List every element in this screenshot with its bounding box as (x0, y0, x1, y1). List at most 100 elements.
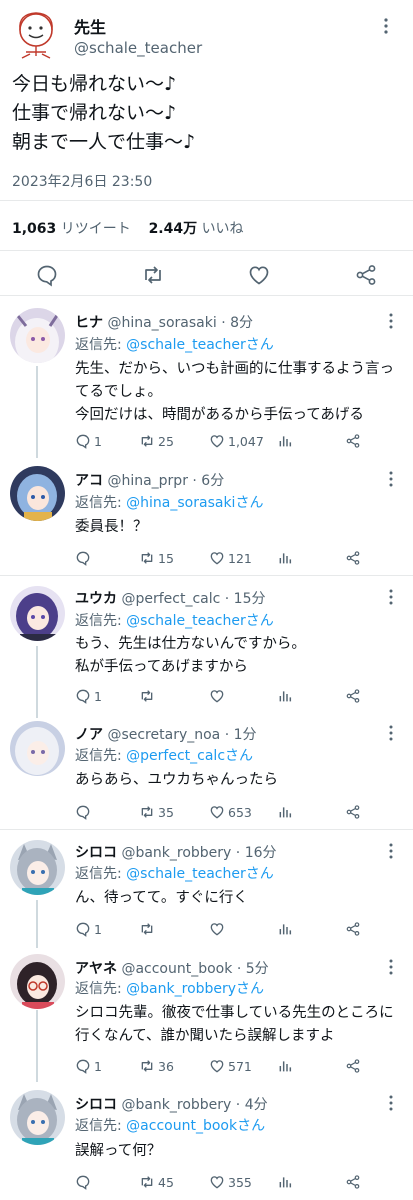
reply-tweet[interactable]: シロコ @bank_robbery · 16分 返信先: @schale_tea… (0, 830, 413, 948)
analytics-button[interactable] (277, 549, 293, 567)
reply-button[interactable] (75, 549, 94, 567)
avatar[interactable] (10, 721, 65, 776)
like-label[interactable]: いいね (202, 221, 244, 237)
author-avatar[interactable] (10, 8, 62, 60)
share-button[interactable] (345, 549, 361, 567)
reply-to-link[interactable]: @perfect_calcさん (126, 748, 253, 764)
tweet-timestamp[interactable]: 2023年2月6日 23:50 (12, 171, 152, 191)
share-button[interactable] (345, 803, 361, 821)
retweet-button[interactable] (139, 920, 158, 938)
like-count[interactable]: 2.44万 (149, 221, 198, 237)
reply-action-bar: 15 121 (75, 549, 405, 567)
reply-author-name[interactable]: ユウカ (75, 591, 117, 607)
avatar[interactable] (10, 1090, 65, 1145)
reply-to-line: 返信先: @schale_teacherさん (75, 610, 274, 630)
retweet-count: 45 (158, 1174, 174, 1190)
reply-icon[interactable] (35, 263, 59, 287)
like-button[interactable]: 1,047 (209, 432, 264, 450)
reply-author-handle[interactable]: @secretary_noa (107, 727, 220, 743)
more-options-icon[interactable] (383, 724, 399, 742)
share-button[interactable] (345, 1173, 361, 1191)
share-button[interactable] (345, 432, 361, 450)
author-name[interactable]: 先生 (74, 14, 106, 38)
share-button[interactable] (345, 1057, 361, 1075)
more-options-icon[interactable] (383, 312, 399, 330)
reply-to-link[interactable]: @schale_teacherさん (126, 613, 274, 629)
reply-to-line: 返信先: @schale_teacherさん (75, 863, 274, 883)
retweet-button[interactable] (139, 687, 158, 705)
analytics-button[interactable] (277, 687, 293, 705)
like-icon[interactable] (247, 263, 271, 287)
retweet-button[interactable]: 36 (139, 1057, 174, 1075)
reply-tweet[interactable]: ヒナ @hina_sorasaki · 8分 返信先: @schale_teac… (0, 296, 413, 449)
retweet-button[interactable]: 35 (139, 803, 174, 821)
retweet-icon[interactable] (141, 263, 165, 287)
reply-icon (76, 434, 90, 449)
reply-header: シロコ @bank_robbery · 4分 (75, 1094, 268, 1114)
retweet-button[interactable]: 15 (139, 549, 174, 567)
reply-author-name[interactable]: シロコ (75, 1097, 117, 1113)
analytics-button[interactable] (277, 1173, 293, 1191)
avatar[interactable] (10, 308, 65, 363)
author-handle[interactable]: @schale_teacher (74, 39, 202, 57)
analytics-button[interactable] (277, 920, 293, 938)
like-button[interactable]: 121 (209, 549, 252, 567)
reply-button[interactable] (75, 803, 94, 821)
more-options-icon[interactable] (383, 958, 399, 976)
share-button[interactable] (345, 687, 361, 705)
share-icon[interactable] (354, 263, 378, 287)
reply-author-handle[interactable]: @bank_robbery (121, 845, 231, 861)
reply-button[interactable]: 1 (75, 920, 102, 938)
shiroko-avatar-icon (10, 1090, 65, 1145)
like-button[interactable]: 653 (209, 803, 252, 821)
reply-button[interactable]: 1 (75, 432, 102, 450)
analytics-button[interactable] (277, 1057, 293, 1075)
reply-to-link[interactable]: @schale_teacherさん (126, 866, 274, 882)
like-button[interactable] (209, 920, 228, 938)
reply-to-link[interactable]: @bank_robberyさん (126, 981, 264, 997)
avatar[interactable] (10, 586, 65, 641)
avatar[interactable] (10, 466, 65, 521)
avatar[interactable] (10, 954, 65, 1009)
like-button[interactable] (209, 687, 228, 705)
more-options-icon[interactable] (376, 16, 396, 36)
reply-author-handle[interactable]: @account_book (121, 961, 232, 977)
reply-text: 先生、だから、いつも計画的に仕事するよう言っ てるでしょ。 今回だけは、時間があ… (75, 358, 405, 427)
retweet-count[interactable]: 1,063 (12, 221, 56, 237)
reply-author-name[interactable]: アヤネ (75, 961, 117, 977)
reply-tweet[interactable]: シロコ @bank_robbery · 4分 返信先: @account_boo… (0, 1082, 413, 1200)
reply-text-line: シロコ先輩。徹夜で仕事している先生のところに (75, 1005, 394, 1021)
analytics-button[interactable] (277, 803, 293, 821)
reply-author-name[interactable]: シロコ (75, 845, 117, 861)
avatar[interactable] (10, 840, 65, 895)
reply-button[interactable]: 1 (75, 1057, 102, 1075)
retweet-label[interactable]: リツイート (61, 221, 131, 237)
reply-author-name[interactable]: ノア (75, 727, 103, 743)
reply-button[interactable] (75, 1173, 94, 1191)
more-options-icon[interactable] (383, 588, 399, 606)
retweet-button[interactable]: 45 (139, 1173, 174, 1191)
reply-button[interactable]: 1 (75, 687, 102, 705)
more-options-icon[interactable] (383, 842, 399, 860)
reply-author-handle[interactable]: @perfect_calc (121, 591, 220, 607)
reply-tweet[interactable]: ノア @secretary_noa · 1分 返信先: @perfect_cal… (0, 718, 413, 828)
retweet-button[interactable]: 25 (139, 432, 174, 450)
more-options-icon[interactable] (383, 1094, 399, 1112)
reply-author-handle[interactable]: @hina_prpr (107, 473, 188, 489)
reply-author-name[interactable]: ヒナ (75, 315, 103, 331)
share-button[interactable] (345, 920, 361, 938)
like-button[interactable]: 571 (209, 1057, 252, 1075)
reply-tweet[interactable]: アヤネ @account_book · 5分 返信先: @bank_robber… (0, 948, 413, 1082)
analytics-button[interactable] (277, 432, 293, 450)
reply-tweet[interactable]: アコ @hina_prpr · 6分 返信先: @hina_sorasakiさん… (0, 438, 413, 574)
reply-to-link[interactable]: @hina_sorasakiさん (126, 495, 263, 511)
reply-to-link[interactable]: @schale_teacherさん (126, 337, 274, 353)
reply-tweet[interactable]: ユウカ @perfect_calc · 15分 返信先: @schale_tea… (0, 576, 413, 718)
reply-author-name[interactable]: アコ (75, 473, 103, 489)
reply-to-link[interactable]: @account_bookさん (126, 1118, 265, 1134)
like-button[interactable]: 355 (209, 1173, 252, 1191)
tweet-text-line: 今日も帰れない～♪ (12, 73, 177, 95)
reply-author-handle[interactable]: @bank_robbery (121, 1097, 231, 1113)
more-options-icon[interactable] (383, 470, 399, 488)
reply-author-handle[interactable]: @hina_sorasaki (107, 315, 216, 331)
